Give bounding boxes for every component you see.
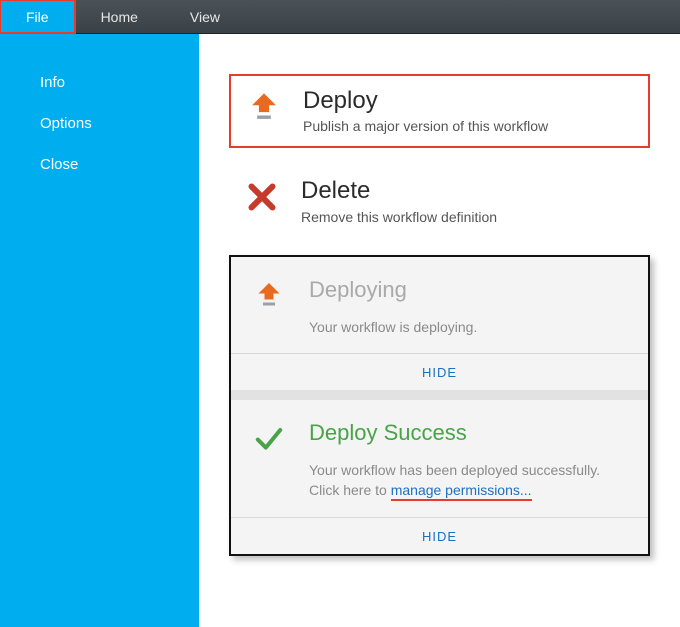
hide-button[interactable]: HIDE — [422, 529, 457, 544]
action-deploy[interactable]: Deploy Publish a major version of this w… — [229, 74, 650, 148]
check-icon — [251, 420, 287, 456]
sidebar-item-close[interactable]: Close — [0, 144, 199, 185]
menu-home[interactable]: Home — [75, 0, 164, 33]
status-cards: Deploying Your workflow is deploying. HI… — [229, 255, 650, 556]
delete-icon — [243, 178, 281, 216]
card-deploying-title: Deploying — [309, 277, 477, 303]
menu-file[interactable]: File — [0, 0, 75, 33]
main-pane: Deploy Publish a major version of this w… — [199, 34, 680, 627]
action-delete-title: Delete — [301, 178, 497, 204]
action-delete[interactable]: Delete Remove this workflow definition — [229, 166, 650, 236]
card-separator — [231, 390, 648, 400]
sidebar: Info Options Close — [0, 34, 199, 627]
card-success-title: Deploy Success — [309, 420, 628, 446]
action-deploy-title: Deploy — [303, 88, 548, 114]
menu-view[interactable]: View — [164, 0, 246, 33]
menubar: File Home View — [0, 0, 680, 34]
card-deploying-desc: Your workflow is deploying. — [309, 317, 477, 337]
sidebar-item-info[interactable]: Info — [0, 62, 199, 103]
deploy-icon — [245, 88, 283, 126]
card-deploy-success: Deploy Success Your workflow has been de… — [231, 400, 648, 554]
card-deploying-hide-row: HIDE — [231, 353, 648, 390]
manage-permissions-link[interactable]: manage permissions... — [391, 482, 532, 501]
hide-button[interactable]: HIDE — [422, 365, 457, 380]
card-success-desc: Your workflow has been deployed successf… — [309, 460, 628, 501]
action-delete-subtitle: Remove this workflow definition — [301, 209, 497, 225]
card-success-hide-row: HIDE — [231, 517, 648, 554]
card-deploying: Deploying Your workflow is deploying. HI… — [231, 257, 648, 390]
sidebar-item-options[interactable]: Options — [0, 103, 199, 144]
action-deploy-subtitle: Publish a major version of this workflow — [303, 118, 548, 134]
deploy-icon — [251, 277, 287, 313]
